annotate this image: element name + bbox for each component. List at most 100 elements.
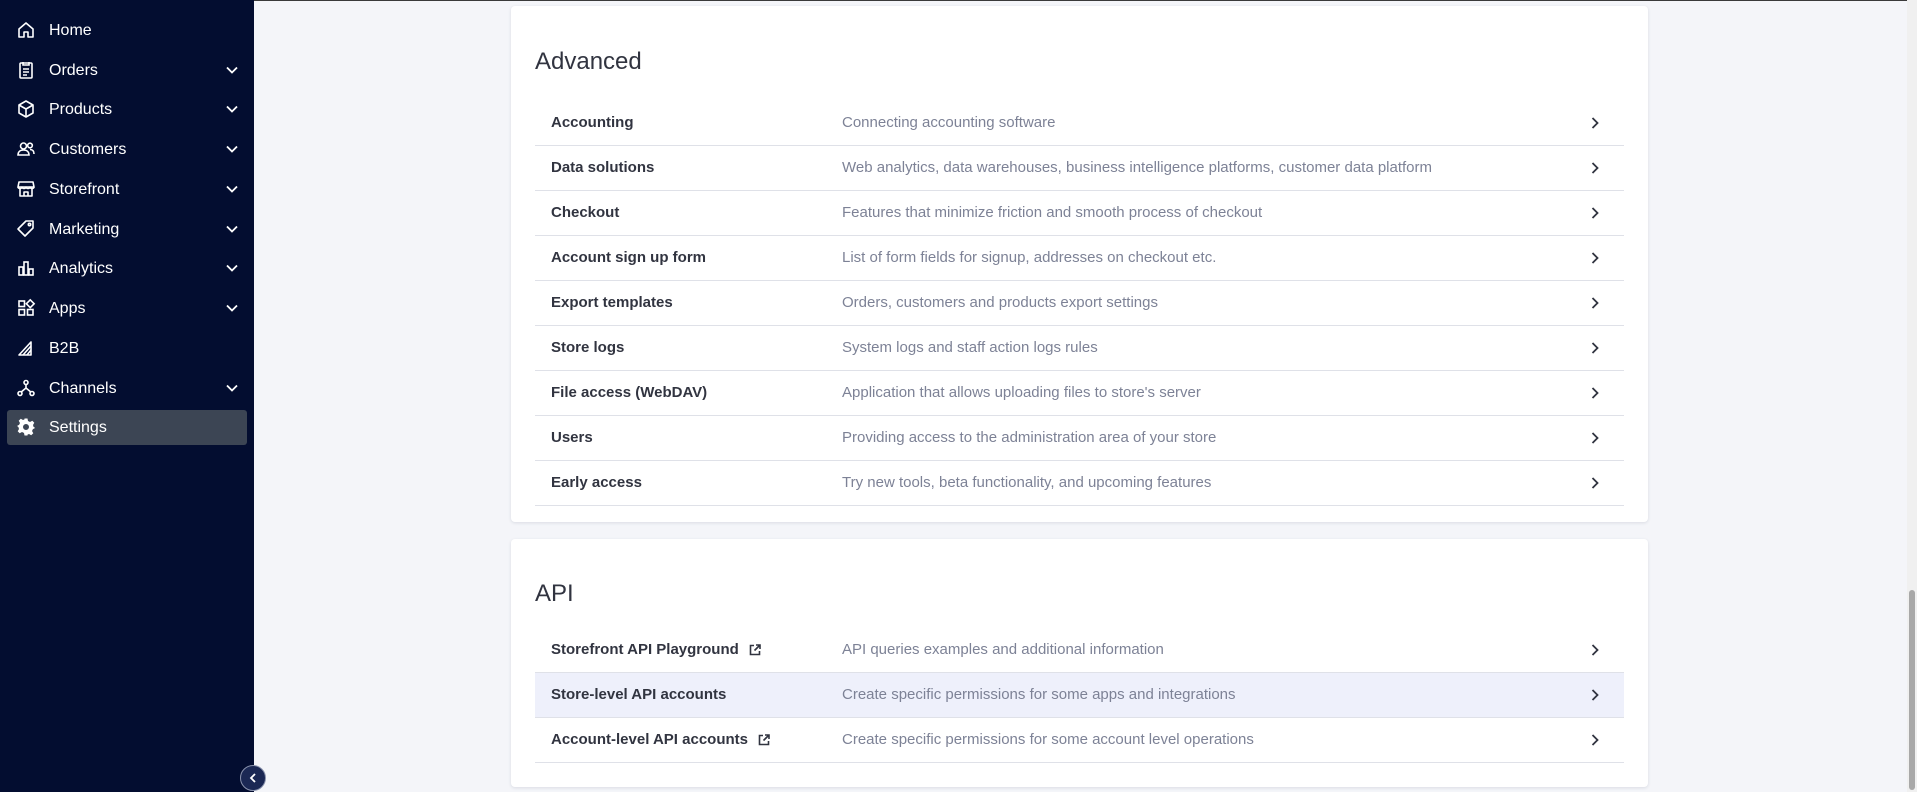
row-title-text: Data solutions [551,159,655,176]
sidebar-item-label: Apps [49,300,86,317]
advanced-section: Advanced Accounting Connecting accountin… [511,6,1648,522]
chevron-left-icon [249,773,256,783]
settings-row-account-sign-up-form[interactable]: Account sign up form List of form fields… [535,236,1624,281]
row-title: Storefront API Playground [551,641,762,658]
row-description: Features that minimize friction and smoo… [842,204,1263,221]
sidebar-item-orders[interactable]: Orders [7,53,247,88]
chevron-down-icon [226,66,238,74]
settings-row-checkout[interactable]: Checkout Features that minimize friction… [535,191,1624,236]
sidebar-item-customers[interactable]: Customers [7,132,247,167]
row-title-text: Store logs [551,339,625,356]
settings-row-early-access[interactable]: Early access Try new tools, beta functio… [535,461,1624,506]
sidebar-item-apps[interactable]: Apps [7,291,247,326]
chevron-down-icon [226,304,238,312]
row-title: Store logs [551,339,624,356]
sidebar-item-label: Storefront [49,181,120,198]
sidebar-item-channels[interactable]: Channels [7,371,247,406]
settings-row-data-solutions[interactable]: Data solutions Web analytics, data wareh… [535,146,1624,191]
row-title: File access (WebDAV) [551,384,707,401]
row-title-text: Account sign up form [551,249,706,266]
storefront-icon [16,179,36,199]
sidebar-item-products[interactable]: Products [7,92,247,127]
chevron-right-icon [1591,644,1599,656]
top-divider [254,0,1917,1]
row-title: Checkout [551,204,619,221]
row-title-text: Accounting [551,114,634,131]
settings-row-file-access[interactable]: File access (WebDAV) Application that al… [535,371,1624,416]
row-title-text: Checkout [551,204,620,221]
chevron-down-icon [226,185,238,193]
page-scrollbar[interactable] [1907,0,1917,792]
row-title: Account sign up form [551,249,706,266]
chevron-right-icon [1591,342,1599,354]
sidebar-item-label: Orders [49,62,98,79]
section-title: Advanced [535,48,642,75]
settings-row-accounting[interactable]: Accounting Connecting accounting softwar… [535,101,1624,146]
apps-grid-icon [16,298,36,318]
sidebar-item-b2b[interactable]: B2B [7,331,247,366]
row-description: Orders, customers and products export se… [842,294,1158,311]
sidebar-item-label: Channels [49,380,117,397]
sidebar-item-settings[interactable]: Settings [7,410,247,445]
row-title-text: Export templates [551,294,673,311]
settings-row-store-logs[interactable]: Store logs System logs and staff action … [535,326,1624,371]
gear-icon [16,417,36,437]
channels-icon [16,378,36,398]
sidebar-item-label: Analytics [49,260,114,277]
orders-icon [16,60,36,80]
chevron-right-icon [1591,207,1599,219]
sidebar-item-home[interactable]: Home [7,13,247,48]
row-description: Application that allows uploading files … [842,384,1201,401]
row-description: List of form fields for signup, addresse… [842,249,1217,266]
row-description: Create specific permissions for some acc… [842,731,1254,748]
row-title-text: Early access [551,474,642,491]
scrollbar-thumb[interactable] [1909,590,1915,790]
sidebar-item-label: B2B [49,340,80,357]
row-description: Try new tools, beta functionality, and u… [842,474,1212,491]
settings-row-store-level-api-accounts[interactable]: Store-level API accounts Create specific… [535,673,1624,718]
sidebar-item-marketing[interactable]: Marketing [7,212,247,247]
sidebar-item-analytics[interactable]: Analytics [7,251,247,286]
chevron-right-icon [1591,117,1599,129]
chevron-right-icon [1591,689,1599,701]
api-section: API Storefront API Playground API querie… [511,539,1648,787]
row-title-text: File access (WebDAV) [551,384,708,401]
settings-row-users[interactable]: Users Providing access to the administra… [535,416,1624,461]
settings-row-storefront-api-playground[interactable]: Storefront API Playground API queries ex… [535,628,1624,673]
row-title: Accounting [551,114,634,131]
chevron-down-icon [226,264,238,272]
advanced-list: Accounting Connecting accounting softwar… [535,101,1624,506]
row-description: Web analytics, data warehouses, business… [842,159,1433,176]
row-title: Account-level API accounts [551,731,771,748]
chevron-down-icon [226,384,238,392]
settings-row-export-templates[interactable]: Export templates Orders, customers and p… [535,281,1624,326]
users-icon [16,139,36,159]
chevron-down-icon [226,145,238,153]
row-title-text: Store-level API accounts [551,686,727,703]
chevron-right-icon [1591,297,1599,309]
external-link-icon [749,643,761,655]
api-list: Storefront API Playground API queries ex… [535,628,1624,763]
settings-row-account-level-api-accounts[interactable]: Account-level API accounts Create specif… [535,718,1624,763]
chevron-down-icon [226,105,238,113]
main-content: Advanced Accounting Connecting accountin… [254,0,1917,792]
row-description: Connecting accounting software [842,114,1056,131]
row-description: API queries examples and additional info… [842,641,1164,658]
b2b-icon [16,338,36,358]
sidebar-item-storefront[interactable]: Storefront [7,172,247,207]
row-title: Store-level API accounts [551,686,726,703]
collapse-sidebar-button[interactable] [240,765,266,791]
row-title-text: Account-level API accounts [551,731,748,748]
row-title: Data solutions [551,159,654,176]
sidebar-item-label: Settings [49,419,107,436]
sidebar-item-label: Home [49,22,92,39]
row-title: Users [551,429,593,446]
chevron-down-icon [226,225,238,233]
sidebar-item-label: Marketing [49,221,120,238]
external-link-icon [758,733,770,745]
chevron-right-icon [1591,432,1599,444]
chevron-right-icon [1591,734,1599,746]
row-title-text: Users [551,429,593,446]
chevron-right-icon [1591,387,1599,399]
sidebar: Home Orders Products Customers Storefron… [0,0,254,792]
